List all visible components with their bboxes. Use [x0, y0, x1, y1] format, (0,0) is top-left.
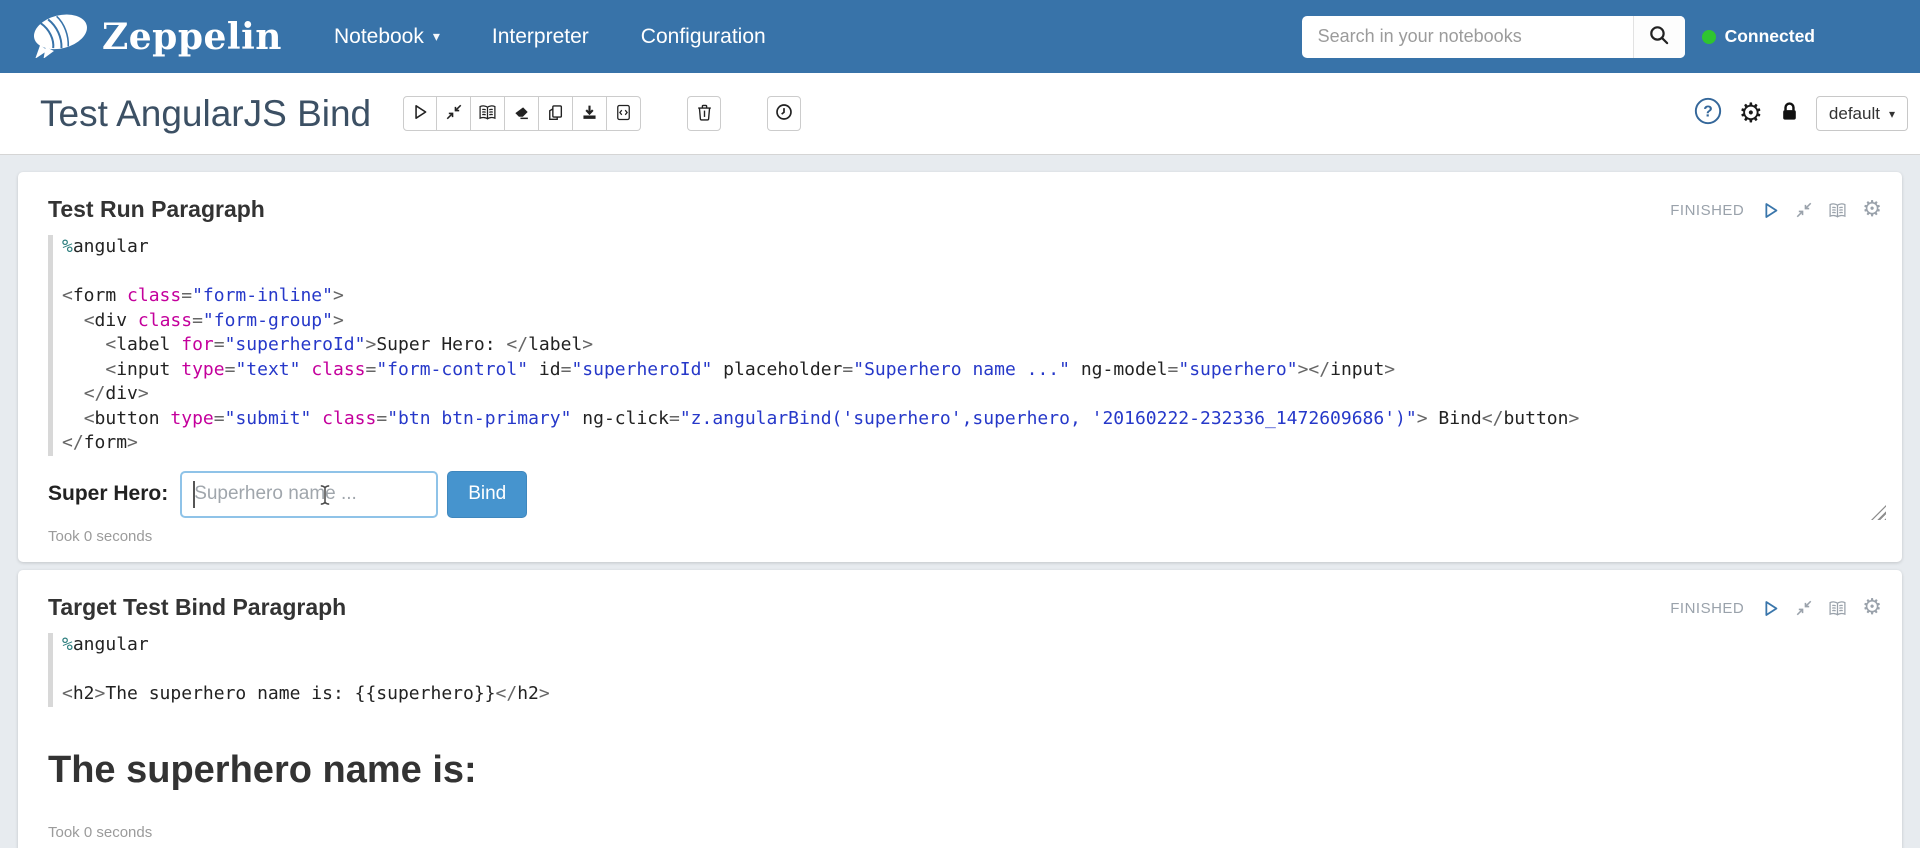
brand-title: Zeppelin — [102, 15, 282, 58]
took-label: Took 0 seconds — [48, 823, 153, 841]
run-paragraph-button[interactable] — [1761, 599, 1780, 618]
superhero-label: Super Hero: — [48, 482, 169, 505]
paragraph-target-bind: Target Test Bind Paragraph FINISHED ⚙ %a… — [18, 570, 1902, 848]
run-scheduler-button[interactable] — [767, 96, 802, 131]
paragraph-controls: FINISHED ⚙ — [1670, 196, 1882, 221]
search-input[interactable] — [1301, 15, 1633, 58]
top-navbar: Zeppelin Notebook ▾ Interpreter Configur… — [0, 0, 1920, 73]
status-badge: FINISHED — [1670, 201, 1745, 219]
collapse-paragraph-button[interactable] — [1795, 201, 1813, 219]
nav-configuration[interactable]: Configuration — [641, 25, 766, 49]
superhero-input[interactable] — [180, 470, 439, 518]
code-editor[interactable]: %angular <h2>The superhero name is: {{su… — [48, 633, 1882, 707]
nav-notebook[interactable]: Notebook ▾ — [334, 25, 440, 49]
run-paragraph-button[interactable] — [1761, 201, 1780, 220]
collapse-arrows-icon — [445, 103, 463, 124]
copy-pages-icon — [547, 104, 564, 124]
paragraph-controls: FINISHED ⚙ — [1670, 594, 1882, 619]
svg-text:?: ? — [1703, 104, 1713, 121]
notebook-caret-icon: ▾ — [432, 28, 440, 44]
show-hide-output-button[interactable] — [1828, 600, 1847, 617]
zeppelin-logo-icon — [28, 10, 92, 63]
paragraph-title[interactable]: Test Run Paragraph — [48, 196, 265, 223]
connection-status: Connected — [1701, 26, 1815, 47]
search-icon — [1648, 24, 1670, 49]
chevron-down-icon: ▾ — [1888, 106, 1895, 121]
notebook-search — [1301, 15, 1685, 58]
play-icon — [411, 103, 429, 124]
note-header: Test AngularJS Bind ? ⚙ default ▾ — [0, 73, 1920, 155]
collapse-expand-button[interactable] — [437, 96, 472, 131]
nav-interpreter[interactable]: Interpreter — [492, 25, 589, 49]
status-badge: FINISHED — [1670, 599, 1745, 617]
help-icon[interactable]: ? — [1694, 97, 1722, 130]
code-file-icon — [615, 104, 632, 124]
eraser-icon — [513, 104, 530, 124]
interpreter-binding-dropdown[interactable]: default ▾ — [1815, 96, 1908, 131]
note-title[interactable]: Test AngularJS Bind — [40, 93, 371, 135]
export-note-button[interactable] — [573, 96, 608, 131]
clone-note-button[interactable] — [539, 96, 574, 131]
open-book-icon — [478, 104, 497, 124]
bind-button[interactable]: Bind — [447, 470, 528, 518]
text-caret — [193, 480, 195, 508]
zeppelin-brand[interactable]: Zeppelin — [28, 10, 282, 63]
lock-icon[interactable] — [1780, 101, 1799, 127]
collapse-paragraph-button[interactable] — [1795, 599, 1813, 617]
trash-icon — [696, 103, 713, 125]
note-header-right: ? ⚙ default ▾ — [1694, 96, 1908, 131]
show-hide-output-button[interactable] — [1828, 202, 1847, 219]
superhero-input-wrap — [180, 470, 439, 518]
code-editor[interactable]: %angular <form class="form-inline"> <div… — [48, 235, 1882, 456]
connected-label: Connected — [1724, 26, 1815, 46]
note-toolbar — [403, 96, 642, 131]
remove-note-button[interactable] — [687, 96, 722, 131]
note-body: Test Run Paragraph FINISHED ⚙ %angular <… — [0, 155, 1920, 848]
download-icon — [581, 104, 598, 124]
paragraph-header: Target Test Bind Paragraph FINISHED ⚙ — [48, 594, 1882, 621]
clear-output-button[interactable] — [505, 96, 540, 131]
superhero-output-heading: The superhero name is: — [48, 748, 477, 791]
took-label: Took 0 seconds — [48, 527, 153, 545]
angular-form-output: Super Hero: Bind — [48, 470, 1882, 518]
show-hide-code-button[interactable] — [471, 96, 506, 131]
paragraph-title[interactable]: Target Test Bind Paragraph — [48, 594, 346, 621]
note-settings-gear-icon[interactable]: ⚙ — [1739, 100, 1763, 127]
commit-note-button[interactable] — [607, 96, 642, 131]
clock-icon — [775, 103, 793, 124]
paragraph-header: Test Run Paragraph FINISHED ⚙ — [48, 196, 1882, 223]
search-button[interactable] — [1632, 15, 1685, 58]
paragraph-test-run: Test Run Paragraph FINISHED ⚙ %angular <… — [18, 172, 1902, 562]
paragraph-settings-gear-icon[interactable]: ⚙ — [1862, 597, 1882, 619]
connected-dot-icon — [1701, 29, 1716, 44]
run-all-paragraphs-button[interactable] — [403, 96, 438, 131]
paragraph-settings-gear-icon[interactable]: ⚙ — [1862, 199, 1882, 221]
